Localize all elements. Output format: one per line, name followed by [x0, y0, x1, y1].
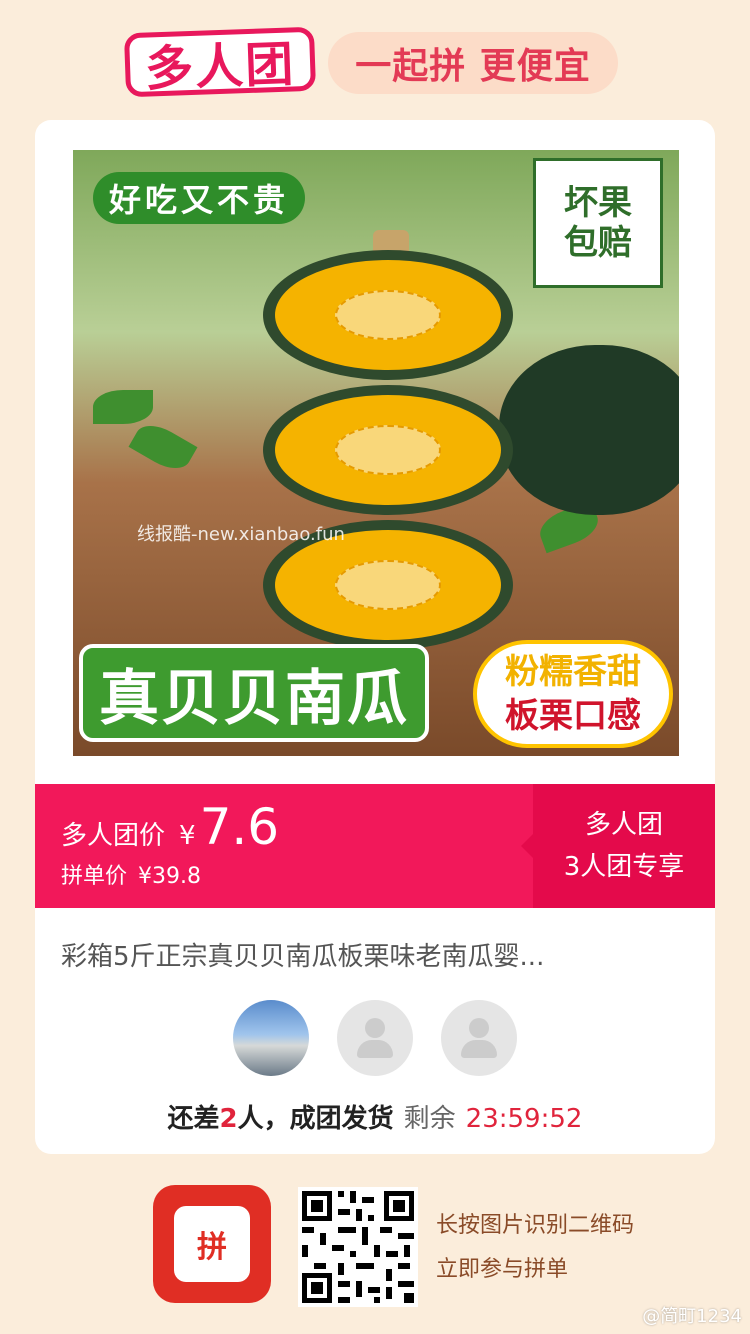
group-status: 还差2人，成团发货 剩余 23:59:52 — [35, 1098, 715, 1135]
weibo-watermark: @简町1234 — [642, 1306, 742, 1327]
participant-avatars — [35, 1000, 715, 1076]
product-name-banner: 真贝贝南瓜 — [79, 644, 429, 742]
guarantee-line2: 包赔 — [564, 223, 632, 263]
avatar — [233, 1000, 309, 1076]
currency-symbol: ¥ — [179, 821, 196, 851]
guarantee-badge: 坏果 包赔 — [533, 158, 663, 288]
group-type-badge: 多人团 3人团专享 — [521, 784, 715, 908]
header: 多人团 一起拼 更便宜 — [0, 26, 750, 100]
guarantee-line1: 坏果 — [564, 183, 632, 223]
qr-hint: 长按图片识别二维码 立即参与拼单 — [436, 1204, 634, 1292]
product-title[interactable]: 彩箱5斤正宗真贝贝南瓜板栗味老南瓜婴... — [61, 936, 681, 973]
price-bar: 多人团价 ¥ 7.6 拼单价 ¥39.8 多人团 3人团专享 — [35, 784, 715, 908]
feature-badge: 粉糯香甜 板栗口感 — [473, 640, 673, 748]
leaf-decoration — [93, 390, 153, 424]
watermark-text: 线报酷-new.xianbao.fun — [137, 524, 345, 545]
group-price-label: 多人团价 — [61, 821, 166, 851]
qr-code[interactable] — [298, 1187, 418, 1307]
tag-tasty-cheap: 好吃又不贵 — [93, 172, 306, 224]
remaining-count: 2 — [219, 1104, 238, 1134]
status-prefix: 还差 — [167, 1104, 220, 1134]
original-price-label: 拼单价 — [61, 864, 128, 889]
qr-hint-line1: 长按图片识别二维码 — [436, 1213, 635, 1238]
empty-slot-avatar-icon — [337, 1000, 413, 1076]
group-type-line1: 多人团 — [584, 810, 663, 840]
group-buy-card[interactable]: 好吃又不贵 坏果 包赔 线报酷-new.xianbao.fun 真贝贝南瓜 粉糯… — [35, 120, 715, 1154]
pumpkin-slice-graphic — [263, 250, 513, 380]
app-logo-glyph: 拼 — [174, 1206, 250, 1282]
group-type-line2: 3人团专享 — [563, 852, 685, 882]
pinduoduo-logo-icon: 拼 — [153, 1185, 271, 1303]
remaining-label: 剩余 — [403, 1104, 456, 1134]
whole-pumpkin-graphic — [499, 345, 679, 515]
pumpkin-slice-graphic — [263, 385, 513, 515]
product-image[interactable]: 好吃又不贵 坏果 包赔 线报酷-new.xianbao.fun 真贝贝南瓜 粉糯… — [73, 150, 679, 756]
feature-line2: 板栗口感 — [505, 696, 641, 736]
feature-line1: 粉糯香甜 — [505, 652, 641, 692]
price-info: 多人团价 ¥ 7.6 拼单价 ¥39.8 — [61, 798, 279, 890]
brand-logo: 多人团 — [123, 26, 317, 98]
slogan-pill: 一起拼 更便宜 — [328, 32, 618, 94]
status-suffix: 人，成团发货 — [237, 1104, 394, 1134]
original-price-value: ¥39.8 — [138, 864, 201, 889]
empty-slot-avatar-icon — [441, 1000, 517, 1076]
qr-hint-line2: 立即参与拼单 — [436, 1257, 569, 1282]
leaf-decoration — [128, 417, 198, 477]
countdown-timer: 23:59:52 — [465, 1104, 583, 1134]
group-price-value: 7.6 — [199, 798, 280, 856]
